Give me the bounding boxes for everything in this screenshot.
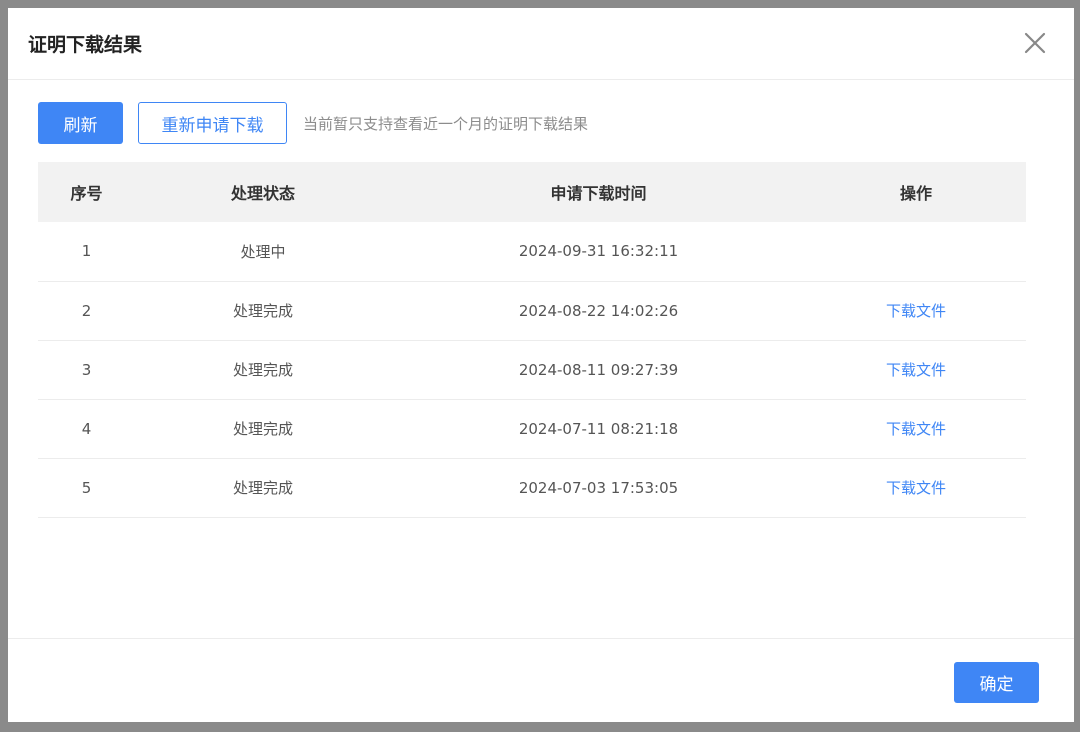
table-row: 2 处理完成 2024-08-22 14:02:26 下载文件 xyxy=(38,281,1026,340)
row-index: 1 xyxy=(81,242,92,261)
download-file-link[interactable]: 下载文件 xyxy=(886,420,946,438)
reapply-download-button[interactable]: 重新申请下载 xyxy=(138,102,287,144)
toolbar: 刷新 重新申请下载 当前暂只支持查看近一个月的证明下载结果 xyxy=(38,102,588,144)
confirm-button[interactable]: 确定 xyxy=(954,662,1039,703)
table-row: 4 处理完成 2024-07-11 08:21:18 下载文件 xyxy=(38,399,1026,458)
row-time: 2024-08-22 14:02:26 xyxy=(518,301,679,320)
row-time: 2024-09-31 16:32:11 xyxy=(518,242,679,261)
download-results-dialog: 证明下载结果 刷新 重新申请下载 当前暂只支持查看近一个月的证明下载结果 序号 … xyxy=(8,8,1074,722)
dialog-header: 证明下载结果 xyxy=(8,8,1074,80)
table-header-row: 序号 处理状态 申请下载时间 操作 xyxy=(38,162,1026,222)
row-index: 5 xyxy=(81,478,92,497)
download-file-link[interactable]: 下载文件 xyxy=(886,302,946,320)
row-time: 2024-07-03 17:53:05 xyxy=(518,478,679,497)
close-icon[interactable] xyxy=(1022,30,1048,56)
row-index: 4 xyxy=(81,419,92,438)
column-header-time: 申请下载时间 xyxy=(550,184,647,203)
row-time: 2024-08-11 09:27:39 xyxy=(518,360,679,379)
row-status: 处理中 xyxy=(240,242,286,261)
row-index: 3 xyxy=(81,360,92,379)
refresh-button[interactable]: 刷新 xyxy=(38,102,123,144)
download-file-link[interactable]: 下载文件 xyxy=(886,479,946,497)
table-row: 5 处理完成 2024-07-03 17:53:05 下载文件 xyxy=(38,458,1026,517)
results-table: 序号 处理状态 申请下载时间 操作 1 处理中 2024-09-31 16:32… xyxy=(38,162,1026,518)
table-row: 3 处理完成 2024-08-11 09:27:39 下载文件 xyxy=(38,340,1026,399)
download-file-link[interactable]: 下载文件 xyxy=(886,361,946,379)
row-status: 处理完成 xyxy=(232,302,293,320)
column-header-index: 序号 xyxy=(70,184,103,203)
row-index: 2 xyxy=(81,301,92,320)
column-header-action: 操作 xyxy=(899,184,932,203)
table-row: 1 处理中 2024-09-31 16:32:11 xyxy=(38,222,1026,281)
dialog-footer: 确定 xyxy=(8,638,1074,722)
hint-text: 当前暂只支持查看近一个月的证明下载结果 xyxy=(303,114,589,133)
row-status: 处理完成 xyxy=(232,361,293,379)
column-header-status: 处理状态 xyxy=(230,184,295,203)
row-status: 处理完成 xyxy=(232,420,293,438)
dialog-title: 证明下载结果 xyxy=(28,34,143,56)
row-time: 2024-07-11 08:21:18 xyxy=(518,419,679,438)
row-action-empty xyxy=(806,222,1026,281)
row-status: 处理完成 xyxy=(232,479,293,497)
